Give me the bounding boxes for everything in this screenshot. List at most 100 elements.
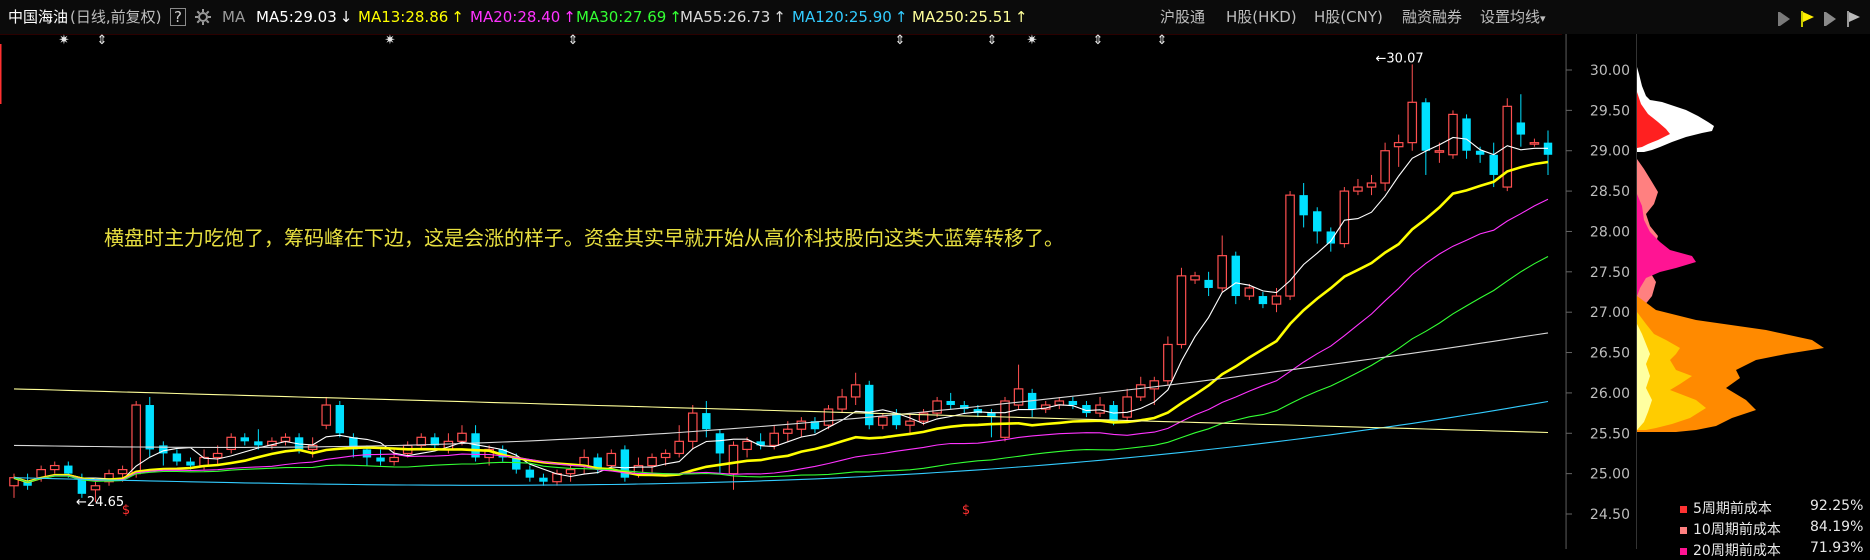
candle-body-down — [1258, 296, 1268, 305]
flag-icon[interactable] — [1801, 11, 1814, 27]
tab-h-share-hkd[interactable]: H股(HKD) — [1226, 9, 1297, 25]
candle — [620, 445, 630, 482]
candle-body-up — [606, 452, 617, 467]
ma-item-2: MA20:28.40 ↑ — [470, 9, 576, 25]
candle-body-up — [131, 404, 141, 475]
candle-body-up — [1393, 142, 1404, 148]
candle — [715, 429, 725, 474]
candle-body-down — [1231, 255, 1240, 297]
candle — [728, 441, 739, 490]
candle — [321, 396, 332, 430]
tab-margin-trading[interactable]: 融资融券 — [1402, 9, 1462, 25]
y-tick-label: 27.50 — [1590, 265, 1630, 281]
candle-body-up — [321, 404, 332, 426]
y-tick-label: 25.00 — [1590, 467, 1630, 483]
event-marker-icon: ⇕ — [97, 34, 108, 48]
candle — [159, 441, 168, 466]
candle — [850, 372, 861, 406]
candle — [226, 433, 237, 454]
candle — [1339, 187, 1350, 248]
candle-body-up — [1135, 384, 1146, 398]
candle-body-up — [1217, 255, 1228, 289]
candle — [539, 473, 548, 486]
candle — [172, 449, 182, 466]
arrow-down-icon: ↓ — [339, 8, 353, 26]
candle — [905, 413, 915, 434]
arrow-up-icon: ↑ — [1014, 8, 1028, 26]
candle — [416, 433, 427, 450]
ma55-line — [13, 332, 1549, 448]
candle — [1393, 134, 1404, 167]
candle-body-up — [457, 432, 467, 442]
candle — [674, 425, 684, 458]
ma-value: MA55:26.73 — [680, 8, 771, 26]
candle-body-up — [1095, 404, 1105, 414]
candle — [430, 433, 440, 450]
event-marker-icon: ⇕ — [1157, 34, 1168, 48]
candle — [946, 392, 955, 410]
candle — [335, 400, 345, 438]
event-star-icon: ✷ — [1027, 34, 1038, 48]
gear-icon[interactable] — [194, 8, 212, 29]
candle — [525, 465, 535, 482]
legend-swatch — [1680, 526, 1687, 534]
ma-item-1: MA13:28.86 ↑ — [358, 9, 464, 25]
candle — [1149, 376, 1160, 406]
tab-h-share-cny[interactable]: H股(CNY) — [1314, 9, 1383, 25]
candle-body-down — [1516, 122, 1526, 135]
candle-body-down — [715, 433, 725, 454]
candle-body-up — [1366, 182, 1377, 188]
candle-body-down — [335, 405, 345, 434]
arrow-icon[interactable] — [1778, 12, 1790, 26]
candle-body-down — [946, 400, 955, 406]
candle-body-down — [1299, 195, 1308, 216]
candlestick-chart[interactable]: ✷ ⇕ ✷ ⇕ ⇕ ⇕ ✷ ⇕ ⇕$ $←30.07←24.65 — [0, 34, 1566, 549]
arrow-up-icon: ↑ — [773, 8, 786, 26]
candle-body-up — [1380, 150, 1390, 184]
candle — [254, 429, 263, 450]
y-tick-label: 28.50 — [1590, 184, 1630, 200]
candle-body-up — [850, 384, 861, 398]
high-price-label: ←30.07 — [1376, 51, 1424, 66]
candle-body-down — [1068, 400, 1078, 406]
candle-body-up — [1271, 295, 1282, 305]
candle — [1366, 174, 1377, 196]
candle-body-down — [1313, 211, 1322, 232]
event-marker-icon: ⇕ — [987, 34, 998, 48]
help-button[interactable]: ? — [170, 8, 186, 26]
legend-label: 20周期前成本 — [1693, 543, 1781, 559]
candle-body-up — [837, 396, 847, 410]
candle-body-up — [674, 440, 684, 455]
y-tick-label: 26.00 — [1590, 386, 1630, 402]
candle-body-up — [1244, 287, 1255, 297]
stock-name[interactable]: 中国海油 — [8, 9, 68, 25]
candle — [1462, 114, 1471, 159]
candle — [104, 469, 114, 486]
candle-body-down — [1204, 279, 1213, 288]
candle — [1502, 98, 1513, 192]
dividend-icon: $ — [962, 503, 970, 518]
candle-body-up — [49, 464, 60, 471]
y-tick-label: 25.50 — [1590, 426, 1630, 442]
candle — [1529, 138, 1540, 147]
ma-settings-button[interactable]: 设置均线▾ — [1480, 9, 1546, 27]
candle — [579, 449, 589, 474]
candle-body-down — [1462, 118, 1471, 151]
event-star-icon: ✷ — [385, 34, 396, 48]
y-tick-label: 26.50 — [1590, 346, 1630, 362]
candle — [1054, 396, 1065, 410]
flag-icon[interactable] — [1847, 11, 1860, 27]
candle — [1448, 110, 1458, 159]
candle-body-up — [782, 428, 793, 434]
candle — [49, 461, 60, 474]
candle-body-down — [1489, 154, 1498, 175]
candle — [1271, 287, 1282, 313]
ma-item-4: MA55:26.73 ↑ — [680, 9, 786, 25]
candle-body-down — [865, 384, 874, 426]
candle — [1122, 388, 1132, 422]
candle — [1190, 271, 1200, 284]
candle — [1258, 292, 1268, 309]
arrow-icon[interactable] — [1824, 12, 1836, 26]
candle-body-down — [362, 449, 372, 458]
tab-hugutong[interactable]: 沪股通 — [1160, 9, 1205, 25]
